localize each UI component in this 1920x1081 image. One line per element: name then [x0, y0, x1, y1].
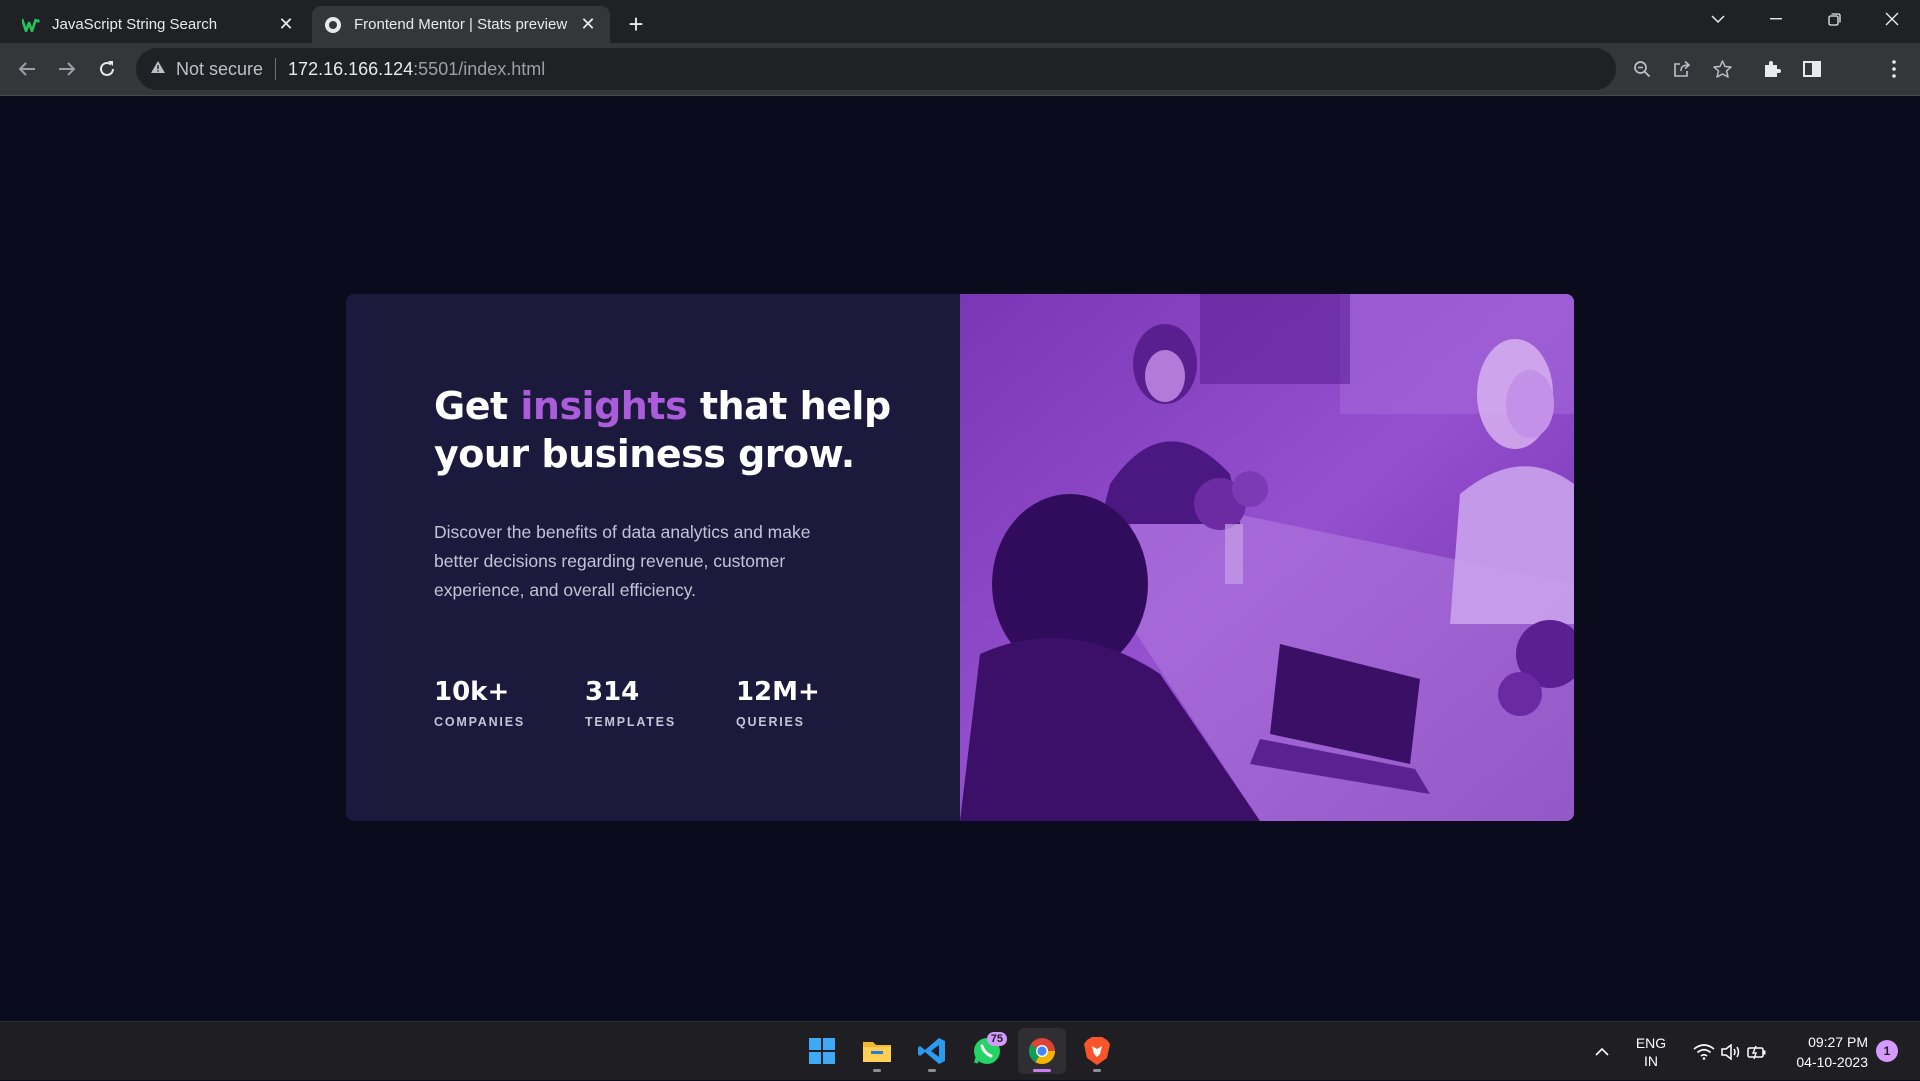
stat-label: COMPANIES — [434, 715, 525, 729]
language-code: ENG — [1635, 1034, 1667, 1051]
running-indicator — [873, 1069, 881, 1072]
whatsapp-button[interactable]: 75 — [963, 1028, 1011, 1074]
unread-badge: 75 — [986, 1032, 1007, 1046]
wifi-icon — [1693, 1043, 1715, 1060]
brave-button[interactable] — [1073, 1028, 1121, 1074]
reload-button[interactable] — [91, 53, 123, 85]
browser-toolbar: Not secure 172.16.166.124:5501/index.htm… — [0, 43, 1920, 126]
new-tab-button[interactable]: + — [620, 8, 652, 40]
stat-value: 314 — [584, 677, 640, 707]
brave-icon — [1084, 1037, 1110, 1065]
office-team-image — [960, 294, 1574, 821]
page-title: Get insights that help your business gro… — [434, 382, 894, 478]
headline-accent: insights — [520, 384, 688, 428]
notification-badge[interactable]: 1 — [1876, 1040, 1898, 1062]
minimize-button[interactable] — [1748, 0, 1804, 38]
active-indicator — [1033, 1069, 1051, 1072]
volume-icon — [1721, 1043, 1740, 1060]
card-description: Discover the benefits of data analytics … — [434, 522, 811, 600]
language-indicator[interactable]: ENG IN — [1628, 1022, 1674, 1081]
stat-label: TEMPLATES — [584, 715, 676, 729]
file-explorer-icon — [863, 1042, 891, 1062]
stat-queries: 12M+ QUERIES — [736, 677, 820, 729]
vscode-button[interactable] — [908, 1028, 956, 1074]
w-logo-icon — [22, 16, 40, 34]
security-label[interactable]: Not secure — [176, 59, 263, 80]
quick-settings-button[interactable] — [1684, 1022, 1776, 1081]
tab-javascript-string-search[interactable]: JavaScript String Search ✕ — [10, 6, 308, 43]
restore-button[interactable] — [1806, 0, 1862, 38]
tab-frontend-mentor[interactable]: Frontend Mentor | Stats preview ✕ — [312, 6, 610, 43]
side-panel-icon[interactable] — [1798, 55, 1826, 83]
extensions-puzzle-icon[interactable] — [1758, 55, 1786, 83]
stat-value: 12M+ — [735, 677, 820, 707]
stats-preview-card: Get insights that help your business gro… — [346, 294, 1574, 821]
chevron-up-icon — [1595, 1047, 1609, 1056]
card-content: Get insights that help your business gro… — [346, 294, 960, 821]
tab-title: JavaScript String Search — [52, 16, 218, 33]
url-host[interactable]: 172.16.166.124 — [288, 59, 413, 80]
tab-search-icon[interactable] — [1690, 0, 1746, 38]
running-indicator — [1093, 1069, 1101, 1072]
windows-start-icon — [809, 1038, 835, 1064]
back-button[interactable] — [11, 53, 43, 85]
chrome-icon — [1028, 1038, 1056, 1065]
running-indicator — [928, 1069, 936, 1072]
tab-title: Frontend Mentor | Stats preview — [354, 16, 568, 33]
clock[interactable]: 09:27 PM 04-10-2023 — [1778, 1022, 1868, 1081]
stats-row: 10k+ COMPANIES 314 TEMPLATES 12M+ QUERIE… — [434, 677, 880, 729]
browser-tab-strip: JavaScript String Search ✕ Frontend Ment… — [0, 0, 1920, 43]
globe-icon — [324, 16, 342, 34]
chrome-button[interactable] — [1018, 1028, 1066, 1074]
share-icon[interactable] — [1669, 56, 1695, 82]
office-photo-illustration — [960, 294, 1574, 821]
close-tab-icon[interactable]: ✕ — [276, 14, 296, 35]
url-path[interactable]: :5501/index.html — [413, 59, 545, 80]
forward-button[interactable] — [51, 53, 83, 85]
time: 09:27 PM — [1808, 1033, 1868, 1050]
start-button[interactable] — [798, 1028, 846, 1074]
region-code: IN — [1644, 1052, 1658, 1069]
headline-text-start: Get — [434, 384, 521, 428]
file-explorer-button[interactable] — [853, 1028, 901, 1074]
page-viewport: Get insights that help your business gro… — [0, 97, 1920, 1021]
zoom-icon[interactable] — [1629, 56, 1655, 82]
close-window-button[interactable] — [1864, 0, 1920, 38]
menu-kebab-icon[interactable] — [1880, 55, 1908, 83]
show-hidden-icons-button[interactable] — [1586, 1022, 1618, 1081]
stat-label: QUERIES — [735, 715, 805, 729]
date: 04-10-2023 — [1796, 1053, 1868, 1070]
vscode-icon — [918, 1038, 945, 1064]
warning-icon[interactable] — [150, 60, 166, 78]
close-tab-icon[interactable]: ✕ — [578, 14, 598, 35]
stat-companies: 10k+ COMPANIES — [434, 677, 525, 729]
divider — [275, 58, 277, 80]
stat-value: 10k+ — [434, 677, 510, 707]
bookmark-star-icon[interactable] — [1709, 56, 1735, 82]
windows-taskbar: 75 ENG IN 09:27 PM 04-10-2023 1 — [0, 1021, 1920, 1080]
address-bar[interactable]: Not secure 172.16.166.124:5501/index.htm… — [136, 48, 1616, 90]
stat-templates: 314 TEMPLATES — [585, 677, 676, 729]
battery-icon — [1747, 1045, 1766, 1059]
